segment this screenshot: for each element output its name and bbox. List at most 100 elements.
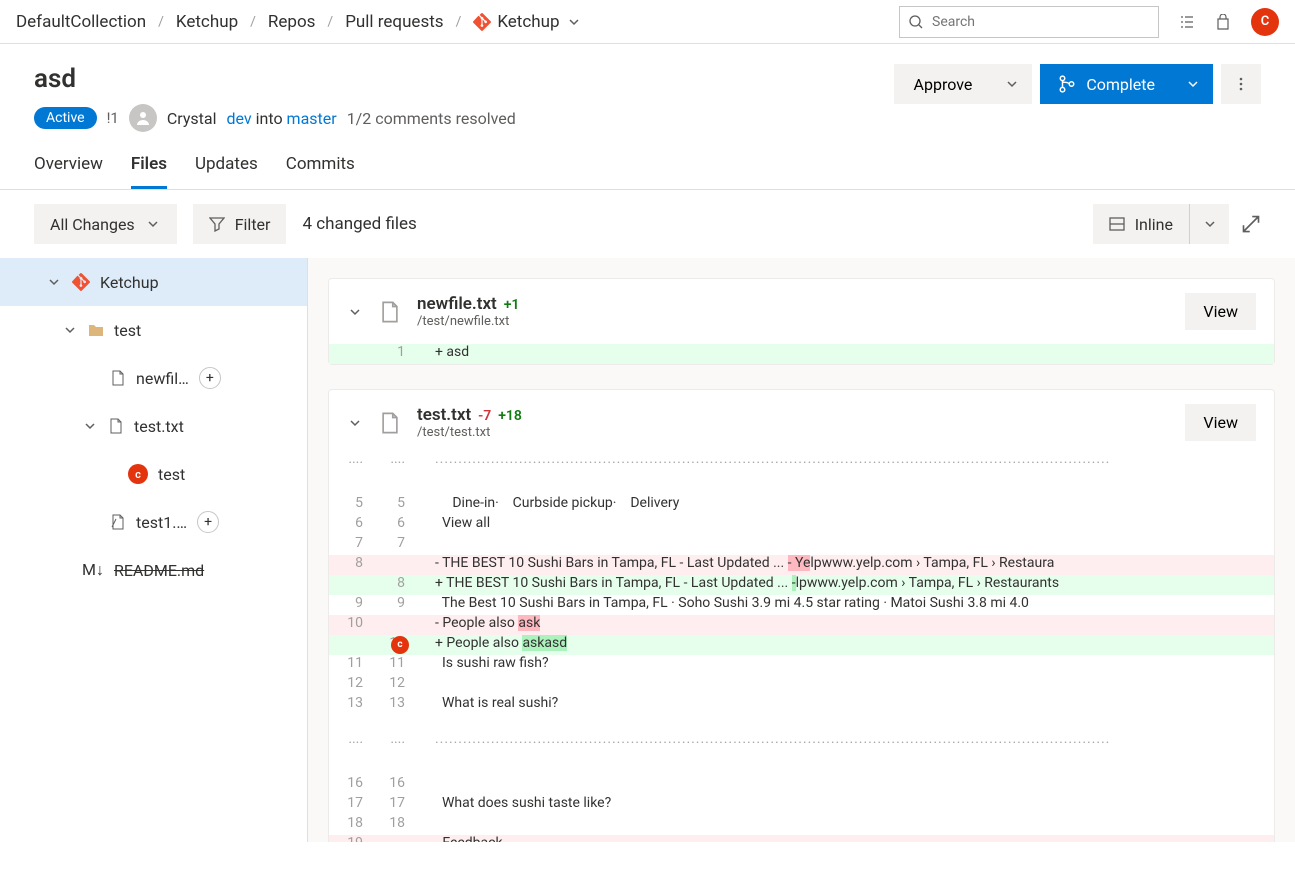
- diff-line[interactable]: 8 THE BEST 10 Sushi Bars in Tampa, FL - …: [329, 575, 1274, 595]
- diff-line[interactable]: 7 7: [329, 535, 1274, 555]
- diff-line[interactable]: 13 13 What is real sushi?: [329, 695, 1274, 715]
- view-mode-dropdown[interactable]: [1189, 204, 1229, 244]
- line-num-old: [329, 635, 371, 655]
- user-avatar[interactable]: C: [1251, 8, 1279, 36]
- diff-line[interactable]: ···· ···· ······························…: [329, 735, 1274, 755]
- line-num-old: 17: [329, 795, 371, 815]
- diff-line[interactable]: 9 9 The Best 10 Sushi Bars in Tampa, FL …: [329, 595, 1274, 615]
- search-icon: [908, 14, 924, 30]
- breadcrumb-separator: /: [250, 14, 256, 30]
- line-num-new: 9: [371, 595, 413, 615]
- tree-file-test1[interactable]: test1.… +: [0, 498, 307, 546]
- approve-dropdown[interactable]: [992, 64, 1032, 104]
- complete-dropdown[interactable]: [1173, 64, 1213, 104]
- topbar: DefaultCollection / Ketchup / Repos / Pu…: [0, 0, 1295, 44]
- line-num-old: 7: [329, 535, 371, 555]
- diff-line[interactable]: 16 16: [329, 775, 1274, 795]
- diff-line[interactable]: 10 c People also askasd: [329, 635, 1274, 655]
- list-icon[interactable]: [1179, 14, 1195, 30]
- more-actions-button[interactable]: [1221, 64, 1261, 104]
- person-icon: [135, 110, 151, 126]
- view-file-button[interactable]: View: [1185, 404, 1256, 441]
- pr-meta: Active !1 Crystal dev into master 1/2 co…: [34, 104, 516, 132]
- diff-line[interactable]: ···· ···· ······························…: [329, 455, 1274, 475]
- filter-button[interactable]: Filter: [193, 204, 287, 244]
- toolbar-right: Inline: [1093, 204, 1261, 244]
- breadcrumb-separator: /: [456, 14, 462, 30]
- expand-icon[interactable]: [1241, 214, 1261, 234]
- diff-line[interactable]: 5 5 Dine-in· Curbside pickup· Delivery: [329, 495, 1274, 515]
- diff-code: ········································…: [431, 735, 1274, 755]
- tree-file-label: newfil…: [136, 369, 189, 388]
- diff-line[interactable]: 1 asd: [329, 344, 1274, 364]
- view-file-button[interactable]: View: [1185, 293, 1256, 330]
- diff-line[interactable]: 10 People also ask: [329, 615, 1274, 635]
- crumb-project[interactable]: Ketchup: [176, 12, 238, 32]
- approve-button[interactable]: Approve: [894, 64, 993, 104]
- pr-author[interactable]: Crystal: [167, 109, 217, 128]
- line-num-new: 8: [371, 575, 413, 595]
- crumb-repo-label: Ketchup: [497, 12, 559, 32]
- diff-line[interactable]: 11 11 Is sushi raw fish?: [329, 655, 1274, 675]
- author-avatar[interactable]: [129, 104, 157, 132]
- diff-card: test.txt -7 +18 /test/test.txt View ····…: [328, 389, 1275, 842]
- tree-file-label: README.md: [114, 561, 204, 580]
- view-mode-button[interactable]: Inline: [1093, 204, 1229, 244]
- tree-folder-test[interactable]: test: [0, 306, 307, 354]
- file-tree: Ketchup test newfil… + test.txt c test t…: [0, 258, 308, 842]
- diff-line[interactable]: 6 6 View all: [329, 515, 1274, 535]
- shopping-bag-icon[interactable]: [1215, 14, 1231, 30]
- source-branch[interactable]: dev: [227, 109, 252, 128]
- tree-comment-test[interactable]: c test: [0, 450, 307, 498]
- pr-id: !1: [107, 109, 119, 127]
- chevron-down-icon: [566, 14, 582, 30]
- breadcrumb-separator: /: [327, 14, 333, 30]
- tree-file-readme[interactable]: M↓ README.md: [0, 546, 307, 594]
- diff-code: What does sushi taste like?: [431, 795, 1274, 815]
- folder-icon: [88, 322, 104, 338]
- line-num-new: 1: [371, 344, 413, 364]
- tab-commits[interactable]: Commits: [286, 154, 355, 189]
- tree-file-newfile[interactable]: newfil… +: [0, 354, 307, 402]
- target-branch[interactable]: master: [287, 109, 337, 128]
- inline-icon: [1109, 216, 1125, 232]
- inline-button[interactable]: Inline: [1093, 204, 1189, 244]
- tab-updates[interactable]: Updates: [195, 154, 258, 189]
- diff-code: Feedback: [431, 835, 1274, 842]
- tree-file-test[interactable]: test.txt: [0, 402, 307, 450]
- chevron-down-icon[interactable]: [347, 304, 363, 320]
- file-icon: [110, 370, 126, 386]
- add-badge: +: [197, 511, 219, 533]
- diff-filename: test.txt: [417, 405, 471, 425]
- diff-code: View all: [431, 515, 1274, 535]
- crumb-repos[interactable]: Repos: [268, 12, 316, 32]
- search-field[interactable]: [932, 14, 1150, 30]
- diff-code: People also askasd: [431, 635, 1274, 655]
- line-num-old: ····: [329, 455, 371, 475]
- line-num-old: 6: [329, 515, 371, 535]
- comment-marker[interactable]: c: [391, 636, 409, 654]
- breadcrumb: DefaultCollection / Ketchup / Repos / Pu…: [16, 12, 899, 32]
- diff-line[interactable]: 18 18: [329, 815, 1274, 835]
- pr-actions: Approve Complete: [894, 64, 1261, 104]
- all-changes-dropdown[interactable]: All Changes: [34, 204, 177, 244]
- tab-overview[interactable]: Overview: [34, 154, 103, 189]
- comments-resolved[interactable]: 1/2 comments resolved: [347, 109, 516, 128]
- crumb-repo-select[interactable]: Ketchup: [473, 12, 581, 32]
- line-num-new: [371, 615, 413, 635]
- tree-root[interactable]: Ketchup: [0, 258, 307, 306]
- diff-line[interactable]: 12 12: [329, 675, 1274, 695]
- diff-line[interactable]: 19 Feedback: [329, 835, 1274, 842]
- chevron-down-icon[interactable]: [347, 415, 363, 431]
- crumb-prs[interactable]: Pull requests: [345, 12, 443, 32]
- diff-line[interactable]: 17 17 What does sushi taste like?: [329, 795, 1274, 815]
- tab-files[interactable]: Files: [131, 154, 167, 189]
- crumb-collection[interactable]: DefaultCollection: [16, 12, 146, 32]
- diff-body: ···· ···· ······························…: [329, 455, 1274, 842]
- diff-line[interactable]: 8 THE BEST 10 Sushi Bars in Tampa, FL - …: [329, 555, 1274, 575]
- changed-files-count: 4 changed files: [302, 214, 416, 234]
- line-num-new: [371, 555, 413, 575]
- line-num-old: 8: [329, 555, 371, 575]
- complete-button[interactable]: Complete: [1040, 64, 1173, 104]
- search-input[interactable]: [899, 6, 1159, 38]
